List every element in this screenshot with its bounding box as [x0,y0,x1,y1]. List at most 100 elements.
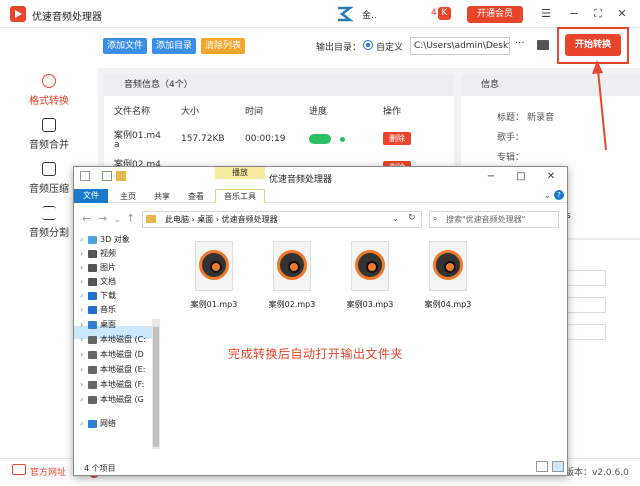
info-header: 信息 [461,74,640,96]
nav-item[interactable]: › 视频 [80,248,150,259]
tab-view[interactable]: 查看 [188,191,204,202]
nav-item[interactable]: › 本地磁盘 (G [80,394,150,405]
nav-item-icon [88,263,97,272]
nav-item[interactable]: › 本地磁盘 (D [80,349,150,360]
breadcrumb-desktop[interactable]: 桌面 [197,215,213,224]
annotation-text: 完成转换后自动打开输出文件夹 [228,347,404,361]
help-icon[interactable]: ? [554,190,564,200]
search-icon: ⌕ [433,214,438,223]
custom-radio[interactable] [363,40,373,50]
website-link[interactable]: 官方网址 [30,465,66,478]
menu-icon[interactable]: ☰ [539,7,553,21]
nav-item-icon [88,350,97,359]
tab-share[interactable]: 共享 [154,191,170,202]
sidebar-item-label: 音频压缩 [29,184,69,195]
user-name[interactable]: 金.. [362,8,377,21]
expand-chevron-icon[interactable]: › [80,249,88,258]
expand-chevron-icon[interactable]: › [80,365,88,374]
setting-select[interactable] [566,297,606,313]
sidebar-item-label: 音频合并 [29,140,69,151]
expand-chevron-icon[interactable]: › [80,320,88,329]
file-item[interactable]: 案例04.mp3 [418,241,478,310]
nav-item[interactable]: › 图片 [80,262,150,273]
expand-chevron-icon[interactable]: › [80,380,88,389]
expand-chevron-icon[interactable]: › [80,263,88,272]
address-dropdown-icon[interactable]: ⌄ [392,214,399,223]
minimize-button[interactable]: − [567,7,581,21]
new-folder-icon[interactable] [116,171,126,181]
recent-chevron-icon[interactable]: ⌄ [114,215,121,224]
expand-chevron-icon[interactable]: › [80,419,88,428]
open-folder-icon[interactable] [537,40,549,50]
nav-item-label: 文档 [100,277,116,286]
sidebar-item-audio-merge[interactable]: 音频合并 [0,118,98,151]
tab-music-tools[interactable]: 音乐工具 [215,189,265,203]
expand-chevron-icon[interactable]: › [80,395,88,404]
file-name: 案例04.mp3 [424,300,472,309]
nav-item[interactable]: › 本地磁盘 (C: [80,334,150,345]
column-header: 进度 [309,107,328,117]
nav-item[interactable]: › 3D 对象 [80,234,150,245]
website-icon[interactable] [12,464,26,475]
breadcrumb-folder[interactable]: 优速音频处理器 [222,215,278,224]
app-logo-icon [10,6,26,22]
file-item[interactable]: 案例03.mp3 [340,241,400,310]
nav-item-label: 下载 [100,291,116,300]
nav-item-icon [88,305,97,314]
nav-item[interactable]: › 下载 [80,290,150,301]
back-arrow-icon[interactable]: ← [82,212,91,225]
split-icon [42,206,56,220]
refresh-icon[interactable]: ↻ [408,213,416,223]
add-directory-button[interactable]: 添加目录 [152,38,197,54]
nav-item[interactable]: › 桌面 [80,319,150,330]
sidebar-item-format-convert[interactable]: 格式转换 [0,74,98,107]
setting-select[interactable] [566,324,606,340]
file-item[interactable]: 案例01.mp3 [184,241,244,310]
nav-item-label: 本地磁盘 (D [100,350,144,359]
setting-select[interactable] [566,270,606,286]
title-value[interactable]: 新录音 [527,110,554,123]
forward-arrow-icon[interactable]: → [98,212,107,225]
nav-item-icon [88,249,97,258]
breadcrumb-this-pc[interactable]: 此电脑 [165,215,189,224]
large-icons-view-button[interactable] [552,461,564,472]
explorer-close-button[interactable]: ✕ [544,171,558,182]
details-view-button[interactable] [536,461,548,472]
expand-chevron-icon[interactable]: › [80,305,88,314]
vip-button[interactable]: 开通会员 [467,6,523,23]
output-path-field[interactable]: C:\Users\admin\Deskto [410,37,510,55]
file-item[interactable]: 案例02.mp3 [262,241,322,310]
expand-chevron-icon[interactable]: › [80,335,88,344]
explorer-maximize-button[interactable]: □ [514,171,528,182]
column-header: 时间 [245,107,264,117]
nav-item[interactable]: › 音乐 [80,304,150,315]
nav-scrollbar-thumb[interactable] [153,327,159,447]
maximize-button[interactable]: ⛶ [591,7,605,21]
expand-chevron-icon[interactable]: › [80,291,88,300]
expand-chevron-icon[interactable]: › [80,235,88,244]
properties-icon[interactable] [102,171,112,181]
explorer-minimize-button[interactable]: − [484,171,498,182]
add-file-button[interactable]: 添加文件 [103,38,148,54]
nav-item[interactable]: › 本地磁盘 (F: [80,379,150,390]
expand-chevron-icon[interactable]: › [80,277,88,286]
nav-item-label: 本地磁盘 (F: [100,380,145,389]
close-button[interactable]: ✕ [615,7,629,21]
address-bar[interactable]: 此电脑 › 桌面 › 优速音频处理器 [142,211,422,228]
up-arrow-icon[interactable]: ↑ [126,212,135,225]
expand-chevron-icon[interactable]: › [80,350,88,359]
delete-button[interactable]: 删除 [383,132,411,145]
user-avatar-icon[interactable] [336,6,354,22]
nav-item[interactable]: › 文档 [80,276,150,287]
app-title: 优速音频处理器 [32,12,102,23]
k-coin-icon[interactable]: K [438,7,451,20]
progress-toggle[interactable] [309,134,331,144]
browse-more-button[interactable]: ··· [515,38,525,49]
tab-file[interactable]: 文件 [74,189,108,203]
nav-item[interactable]: › 本地磁盘 (E: [80,364,150,375]
tab-home[interactable]: 主页 [120,191,136,202]
nav-item[interactable]: › 网络 [80,418,150,429]
chevron-down-icon[interactable]: ⌄ [544,191,551,200]
search-input[interactable]: 搜索"优速音频处理器" [429,211,559,228]
clear-list-button[interactable]: 清除列表 [201,38,246,54]
